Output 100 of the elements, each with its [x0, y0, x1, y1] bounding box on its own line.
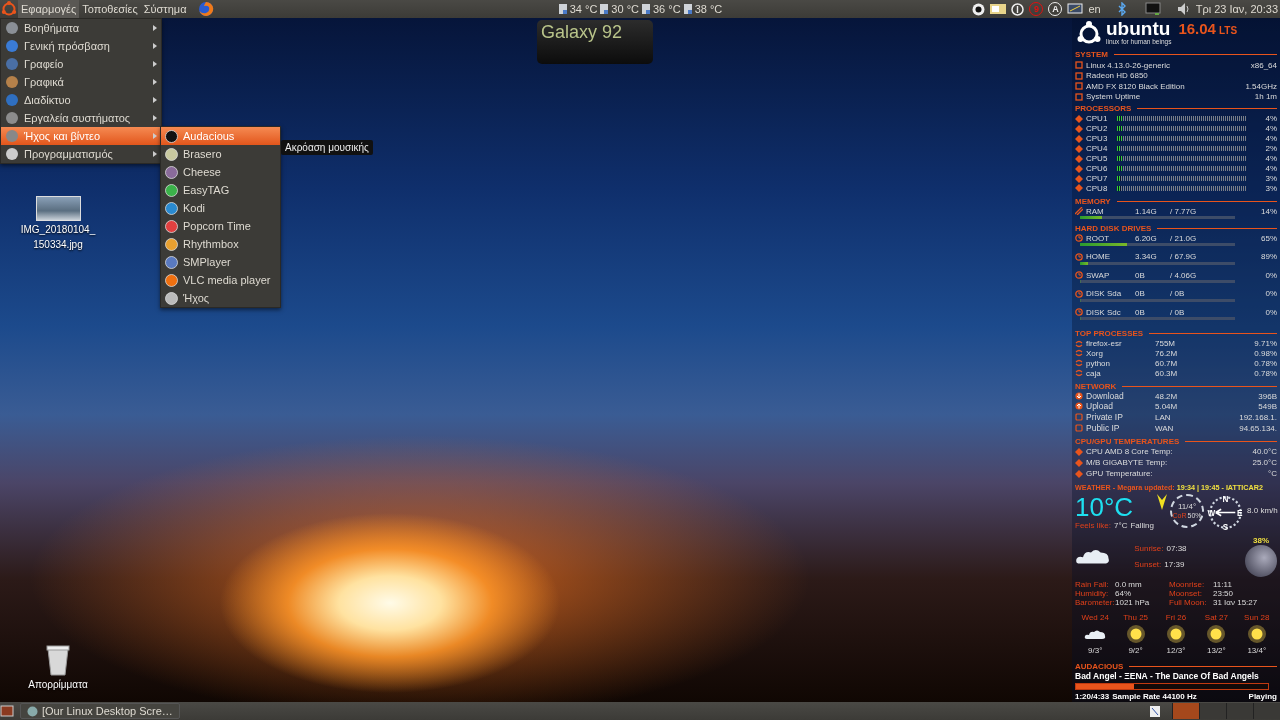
workspace-switcher-cell[interactable]	[1199, 703, 1226, 719]
section-title: NETWORK	[1075, 381, 1117, 391]
menu-item[interactable]: Βοηθήματα	[1, 19, 161, 37]
temperature-value: 40.0°C	[1252, 447, 1277, 457]
display-icon[interactable]	[1067, 2, 1084, 16]
temperature-label: M/B GIGABYTE Temp:	[1086, 458, 1168, 468]
total-value: / 4.06G	[1170, 270, 1197, 280]
process-memory: 755M	[1155, 339, 1175, 348]
desktop-icon-label[interactable]: 150334.jpg	[33, 239, 83, 251]
forecast-temperature: 13/2°	[1207, 646, 1226, 656]
network-value: WAN	[1155, 423, 1174, 433]
panel-menu[interactable]: Τοποθεσίες	[79, 0, 141, 18]
playback-status: Playing	[1248, 692, 1277, 702]
menu-item[interactable]: Γραφείο	[1, 55, 161, 73]
system-value: 1h 1m	[1254, 92, 1277, 101]
menu-item[interactable]: Brasero	[161, 145, 280, 163]
sunset-label: Sunset:	[1134, 559, 1162, 569]
clock[interactable]: Τρι 23 Ιαν, 20:33	[1195, 3, 1278, 15]
menu-item[interactable]: Kodi	[161, 199, 280, 217]
panel-menu[interactable]: Εφαρμογές	[18, 0, 80, 18]
process-name: Xorg	[1086, 348, 1104, 358]
wind-speed: 8.0 km/h	[1247, 506, 1278, 516]
section-title: SYSTEM	[1075, 50, 1108, 60]
menu-item[interactable]: Γραφικά	[1, 73, 161, 91]
forecast-day: Fri 26	[1165, 613, 1187, 623]
moon-drawing	[1245, 544, 1277, 577]
weather-detail-value: 1021 hPa	[1115, 598, 1151, 608]
total-value: / 7.77G	[1170, 206, 1197, 216]
drive-label: SWAP	[1086, 270, 1111, 280]
app-icon	[165, 183, 178, 197]
menu-item-label: Διαδίκτυο	[24, 94, 71, 106]
bluetooth-icon[interactable]	[1116, 2, 1127, 16]
speaker-icon[interactable]	[1176, 2, 1191, 16]
menu-item[interactable]: Προγραμματισμός	[1, 145, 161, 163]
menu-item[interactable]: Γενική πρόσβαση	[1, 37, 161, 55]
usage-percent: 65%	[1261, 233, 1277, 243]
info-icon[interactable]	[1011, 2, 1025, 16]
menu-item[interactable]: Διαδίκτυο	[1, 91, 161, 109]
wind-direction-icon	[1157, 494, 1168, 511]
weather-detail-value: 31 Ιαν 15:27	[1213, 598, 1259, 608]
show-desktop-icon[interactable]	[0, 704, 14, 718]
category-icon	[5, 21, 19, 35]
firefox-icon[interactable]	[197, 1, 214, 17]
menu-item-label: SMPlayer	[183, 256, 231, 268]
app-icon	[165, 237, 178, 251]
version-edition: LTS	[1218, 24, 1238, 38]
menu-item-label: Εργαλεία συστήματος	[24, 112, 131, 124]
network-value: 549B	[1258, 401, 1277, 411]
forecast-temperature: 12/3°	[1166, 646, 1186, 656]
menu-item[interactable]: SMPlayer	[161, 253, 280, 271]
section-title: TOP PROCESSES	[1075, 329, 1144, 339]
workspace-switcher-cell[interactable]	[1172, 703, 1199, 719]
menu-item-label: Audacious	[183, 130, 235, 142]
cpu-reading: 4%	[1264, 134, 1277, 144]
calendar-icon[interactable]	[990, 3, 1007, 15]
taskbar-button[interactable]: [Our Linux Desktop Scre…	[20, 703, 180, 719]
clock-icon	[1075, 234, 1083, 243]
total-value: / 0B	[1170, 307, 1185, 317]
sun-icon	[1166, 624, 1186, 645]
monitor-icon[interactable]	[1144, 2, 1161, 16]
menu-item[interactable]: Ήχος	[161, 289, 280, 307]
menu-item-label: VLC media player	[183, 274, 271, 286]
desktop-icon-label[interactable]: IMG_20180104_	[20, 224, 96, 236]
sun-icon	[1206, 624, 1227, 645]
used-value: 0B	[1135, 289, 1146, 299]
process-cpu: 9.71%	[1254, 339, 1277, 348]
high-low-temperature: 11/4°	[1177, 502, 1197, 512]
temperature-value: °C	[1268, 469, 1277, 479]
category-icon	[5, 129, 19, 143]
clock-icon	[1075, 252, 1083, 261]
drive-label: DISK Sda	[1086, 289, 1123, 299]
process-cpu: 0.98%	[1254, 348, 1277, 358]
workspace-switcher-cell[interactable]	[1253, 703, 1280, 719]
upload-icon	[1075, 402, 1083, 411]
cpu-label: CPU6	[1086, 164, 1109, 174]
menu-item[interactable]: VLC media player	[161, 271, 280, 289]
photo-placeholder[interactable]	[35, 196, 81, 221]
forecast-temperature: 13/4°	[1247, 646, 1267, 656]
ubuntu-logo-icon[interactable]	[0, 0, 18, 18]
menu-item[interactable]: EasyTAG	[161, 181, 280, 199]
process-memory: 76.2M	[1155, 348, 1178, 358]
panel-menu[interactable]: Σύστημα	[140, 0, 190, 18]
menu-item[interactable]: Cheese	[161, 163, 280, 181]
network-value: 48.2M	[1155, 391, 1178, 401]
forecast-day: Sun 28	[1244, 613, 1270, 623]
submenu-arrow-icon	[153, 115, 157, 121]
menu-item[interactable]: Εργαλεία συστήματος	[1, 109, 161, 127]
menu-item[interactable]: Rhythmbox	[161, 235, 280, 253]
widget-title: Galaxy 92	[541, 22, 623, 43]
keyboard-layout[interactable]: en	[1088, 3, 1101, 15]
total-value: / 0B	[1170, 289, 1185, 299]
menu-item[interactable]: Popcorn Time	[161, 217, 280, 235]
system-value: x86_64	[1250, 60, 1277, 70]
system-label: Radeon HD 6850	[1086, 71, 1148, 81]
current-temperature: 10°C	[1075, 494, 1135, 521]
used-value: 1.14G	[1135, 206, 1158, 216]
cpu-label: CPU7	[1086, 174, 1109, 183]
workspace-switcher-cell[interactable]	[1226, 703, 1253, 719]
cpu-reading: 4%	[1264, 114, 1277, 124]
desktop-icon-label[interactable]: Απορρίμματα	[28, 679, 88, 691]
